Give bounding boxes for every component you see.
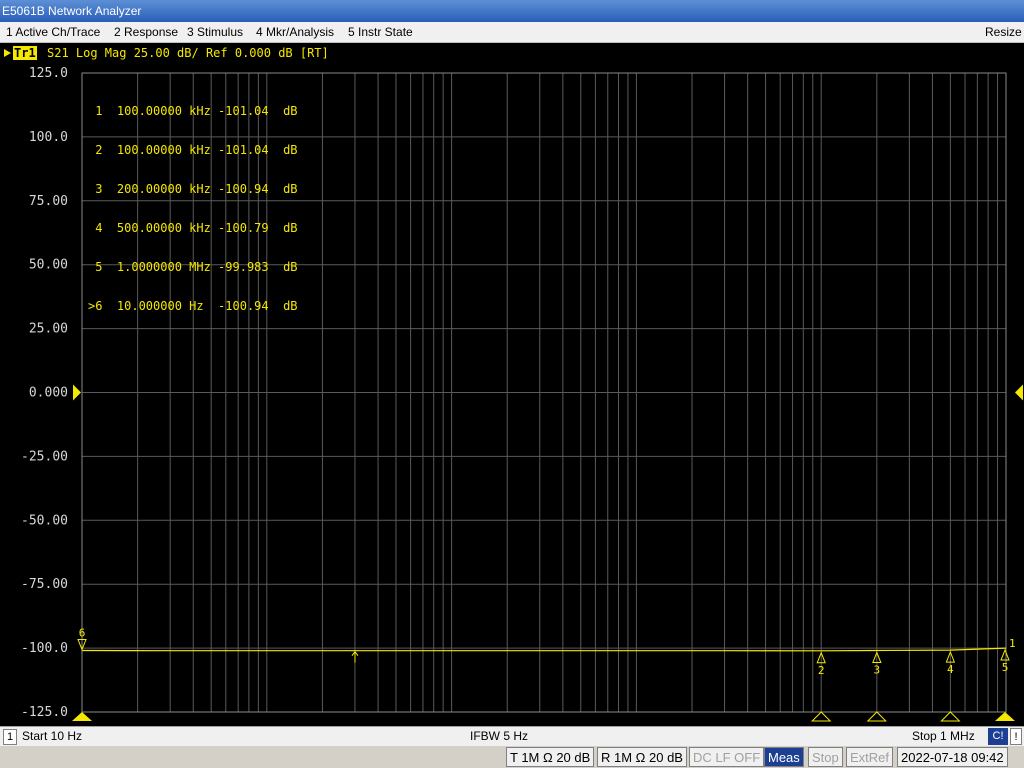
extref-status: ExtRef — [846, 747, 894, 767]
window-titlebar: E5061B Network Analyzer — [0, 0, 1024, 22]
plot-area[interactable]: 125.0 100.0 75.00 50.00 25.00 0.000 -25.00 -50.… — [0, 63, 1024, 726]
y-tick-label: 100.0 — [29, 130, 68, 145]
active-trace-arrow-icon — [4, 49, 11, 57]
reference-marker-right-icon — [1015, 384, 1023, 401]
marker-row: 4 500.00000 kHz -100.79 dB — [88, 221, 298, 235]
marker-1-label: 1 — [1009, 637, 1016, 650]
reference-marker-left-icon — [73, 384, 81, 401]
instrument-status-bar: T 1M Ω 20 dB R 1M Ω 20 dB DC LF OFF Meas… — [0, 746, 1024, 768]
menu-bar: 1 Active Ch/Trace 2 Response 3 Stimulus … — [0, 22, 1024, 43]
marker-row: 5 1.0000000 MHz -99.983 dB — [88, 260, 298, 274]
marker-row: 3 200.00000 kHz -100.94 dB — [88, 182, 298, 196]
menu-mkr-analysis[interactable]: 4 Mkr/Analysis — [254, 22, 336, 42]
warning-icon[interactable]: ! — [1010, 728, 1022, 745]
stop-indicator-icon — [995, 712, 1015, 721]
y-tick-label: 125.0 — [29, 66, 68, 81]
menu-stimulus[interactable]: 3 Stimulus — [185, 22, 245, 42]
y-tick-label: 75.00 — [29, 194, 68, 209]
y-tick-label: -75.00 — [21, 577, 68, 592]
if-bandwidth[interactable]: IFBW 5 Hz — [470, 727, 528, 746]
y-tick-label: 0.000 — [29, 386, 68, 401]
y-tick-label: 25.00 — [29, 322, 68, 337]
y-tick-label: -50.00 — [21, 513, 68, 528]
marker-row: 1 100.00000 kHz -101.04 dB — [88, 104, 298, 118]
channel-status-bar: 1 Start 10 Hz IFBW 5 Hz Stop 1 MHz C! ! — [0, 726, 1024, 746]
calibration-status[interactable]: C! — [988, 728, 1008, 745]
marker-row: >6 10.000000 Hz -100.94 dB — [88, 299, 298, 313]
marker-2-label: 2 — [818, 664, 825, 677]
stop-status: Stop — [808, 747, 843, 767]
datetime: 2022-07-18 09:42 — [897, 747, 1008, 767]
trace-badge[interactable]: Tr1 — [13, 46, 37, 60]
y-tick-label: 50.00 — [29, 258, 68, 273]
channel-number[interactable]: 1 — [3, 729, 17, 745]
start-frequency[interactable]: Start 10 Hz — [22, 727, 82, 746]
trace-header[interactable]: Tr1 S21 Log Mag 25.00 dB/ Ref 0.000 dB [… — [0, 43, 1024, 63]
marker-2-bottom-icon — [810, 711, 832, 722]
t-input-status: T 1M Ω 20 dB — [506, 747, 595, 767]
marker-4-bottom-icon — [940, 711, 961, 722]
marker-5-icon — [1000, 648, 1010, 661]
marker-5-label: 5 — [1002, 661, 1009, 674]
stop-frequency[interactable]: Stop 1 MHz — [912, 727, 975, 746]
trace-label[interactable]: S21 Log Mag 25.00 dB/ Ref 0.000 dB [RT] — [47, 43, 329, 63]
menu-response[interactable]: 2 Response — [112, 22, 180, 42]
marker-3-bottom-icon — [866, 711, 888, 722]
marker-row: 2 100.00000 kHz -101.04 dB — [88, 143, 298, 157]
marker-6-label: 6 — [79, 627, 86, 640]
y-tick-label: -125.0 — [21, 705, 68, 720]
r-input-status: R 1M Ω 20 dB — [597, 747, 687, 767]
menu-instr-state[interactable]: 5 Instr State — [346, 22, 415, 42]
y-tick-label: -25.00 — [21, 449, 68, 464]
window-title: E5061B Network Analyzer — [2, 4, 142, 18]
dc-lf-status: DC LF OFF — [689, 747, 765, 767]
marker-table: 1 100.00000 kHz -101.04 dB 2 100.00000 k… — [88, 79, 298, 339]
start-indicator-icon — [72, 712, 92, 721]
y-tick-label: -100.0 — [21, 641, 68, 656]
resize-button[interactable]: Resize — [983, 22, 1024, 42]
meas-status: Meas — [764, 747, 804, 767]
marker-4-label: 4 — [947, 663, 954, 676]
menu-active-ch-trace[interactable]: 1 Active Ch/Trace — [4, 22, 102, 42]
marker-3-label: 3 — [874, 664, 881, 677]
